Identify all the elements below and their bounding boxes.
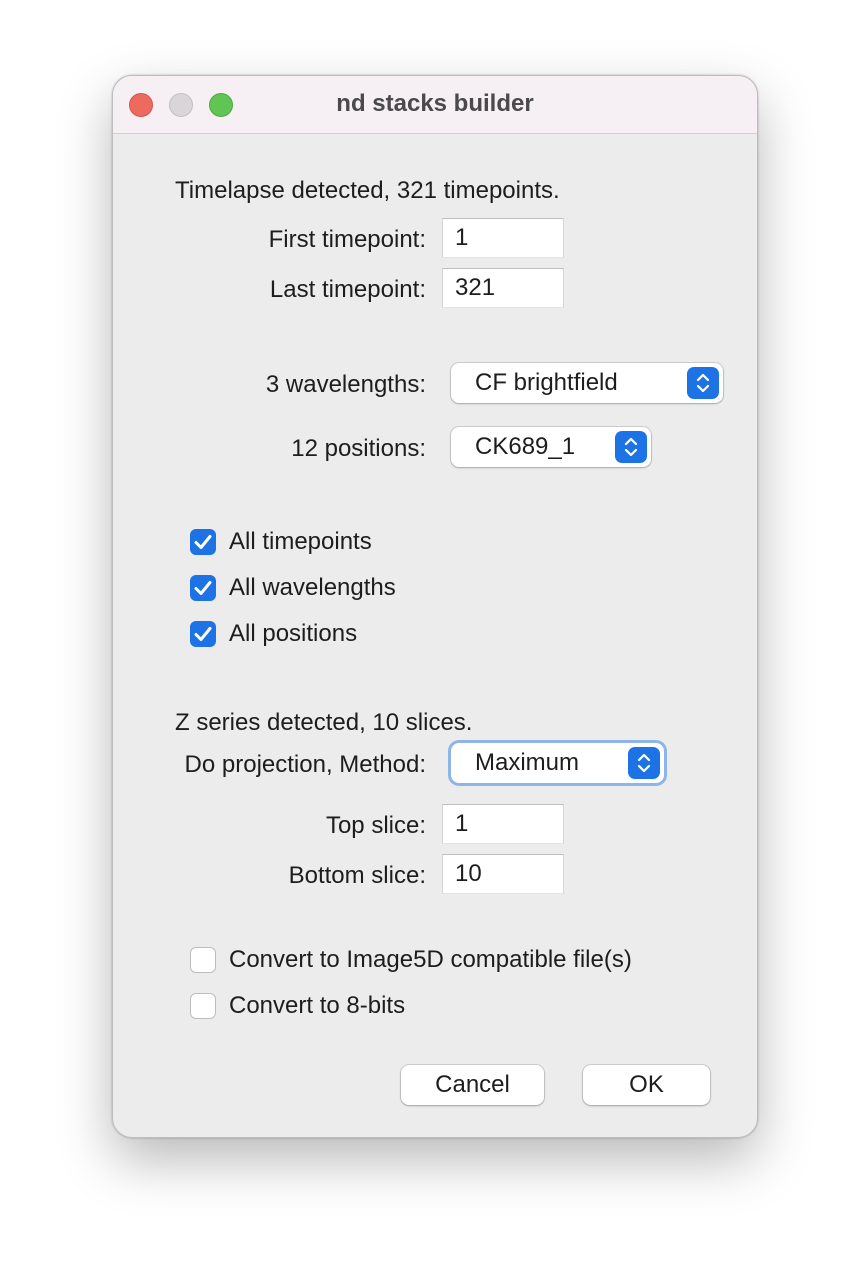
projection-method-selected: Maximum: [475, 749, 580, 776]
wavelengths-selected: CF brightfield: [475, 369, 618, 396]
title-bar: nd stacks builder: [113, 76, 757, 134]
wavelengths-select[interactable]: CF brightfield: [451, 363, 723, 403]
top-slice-field[interactable]: 1: [442, 804, 564, 844]
zseries-info: Z series detected, 10 slices.: [175, 709, 473, 736]
positions-label: 12 positions:: [291, 435, 426, 462]
window-title: nd stacks builder: [336, 90, 534, 117]
top-slice-label: Top slice:: [325, 812, 426, 839]
eight-bits-checkbox[interactable]: [190, 993, 216, 1019]
checkmark-icon: [194, 581, 212, 595]
positions-select[interactable]: CK689_1: [451, 427, 651, 467]
first-timepoint-label: First timepoint:: [268, 226, 426, 253]
projection-method-label: Do projection, Method:: [184, 751, 426, 778]
eight-bits-label[interactable]: Convert to 8-bits: [229, 991, 405, 1021]
all-timepoints-label[interactable]: All timepoints: [229, 527, 372, 557]
image5d-checkbox[interactable]: [190, 947, 216, 973]
cancel-button[interactable]: Cancel: [401, 1065, 544, 1105]
chevron-up-down-icon: [615, 431, 647, 463]
all-positions-checkbox[interactable]: [190, 621, 216, 647]
chevron-up-down-icon: [687, 367, 719, 399]
all-timepoints-checkbox[interactable]: [190, 529, 216, 555]
image5d-label[interactable]: Convert to Image5D compatible file(s): [229, 945, 632, 975]
checkmark-icon: [194, 535, 212, 549]
all-wavelengths-label[interactable]: All wavelengths: [229, 573, 396, 603]
bottom-slice-label: Bottom slice:: [288, 862, 426, 889]
all-wavelengths-checkbox[interactable]: [190, 575, 216, 601]
chevron-up-down-icon: [628, 747, 660, 779]
bottom-slice-field[interactable]: 10: [442, 854, 564, 894]
last-timepoint-label: Last timepoint:: [269, 276, 426, 303]
wavelengths-label: 3 wavelengths:: [265, 371, 426, 398]
timelapse-info: Timelapse detected, 321 timepoints.: [175, 177, 560, 204]
projection-method-select[interactable]: Maximum: [451, 743, 664, 783]
all-positions-label[interactable]: All positions: [229, 619, 357, 649]
ok-button[interactable]: OK: [583, 1065, 710, 1105]
checkmark-icon: [194, 627, 212, 641]
first-timepoint-field[interactable]: 1: [442, 218, 564, 258]
last-timepoint-field[interactable]: 321: [442, 268, 564, 308]
positions-selected: CK689_1: [475, 433, 576, 460]
dialog-window: nd stacks builder Timelapse detected, 32…: [112, 75, 758, 1138]
